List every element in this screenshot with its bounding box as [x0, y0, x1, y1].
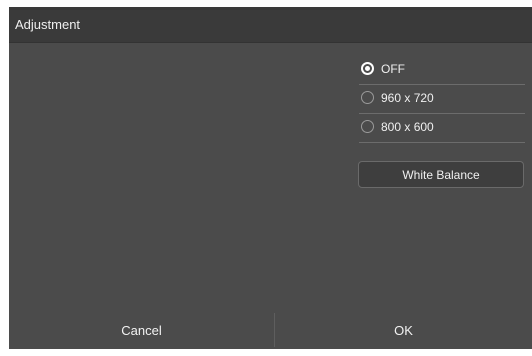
radio-unchecked-icon[interactable]	[361, 120, 374, 133]
option-label: OFF	[381, 62, 405, 76]
dialog-title: Adjustment	[15, 17, 81, 32]
option-800x600[interactable]: 800 x 600	[359, 114, 525, 143]
ok-button[interactable]: OK	[275, 311, 532, 349]
title-bar: Adjustment	[9, 7, 532, 43]
adjustment-dialog: Adjustment OFF 960 x 720 800 x 600 White…	[9, 7, 532, 349]
option-label: 800 x 600	[381, 120, 434, 134]
option-label: 960 x 720	[381, 91, 434, 105]
option-960x720[interactable]: 960 x 720	[359, 85, 525, 114]
radio-checked-icon[interactable]	[361, 62, 374, 75]
resolution-options: OFF 960 x 720 800 x 600	[359, 56, 525, 143]
cancel-button[interactable]: Cancel	[9, 311, 274, 349]
white-balance-button[interactable]: White Balance	[358, 161, 524, 188]
option-off[interactable]: OFF	[359, 56, 525, 85]
radio-unchecked-icon[interactable]	[361, 91, 374, 104]
dialog-footer: Cancel OK	[9, 311, 532, 349]
